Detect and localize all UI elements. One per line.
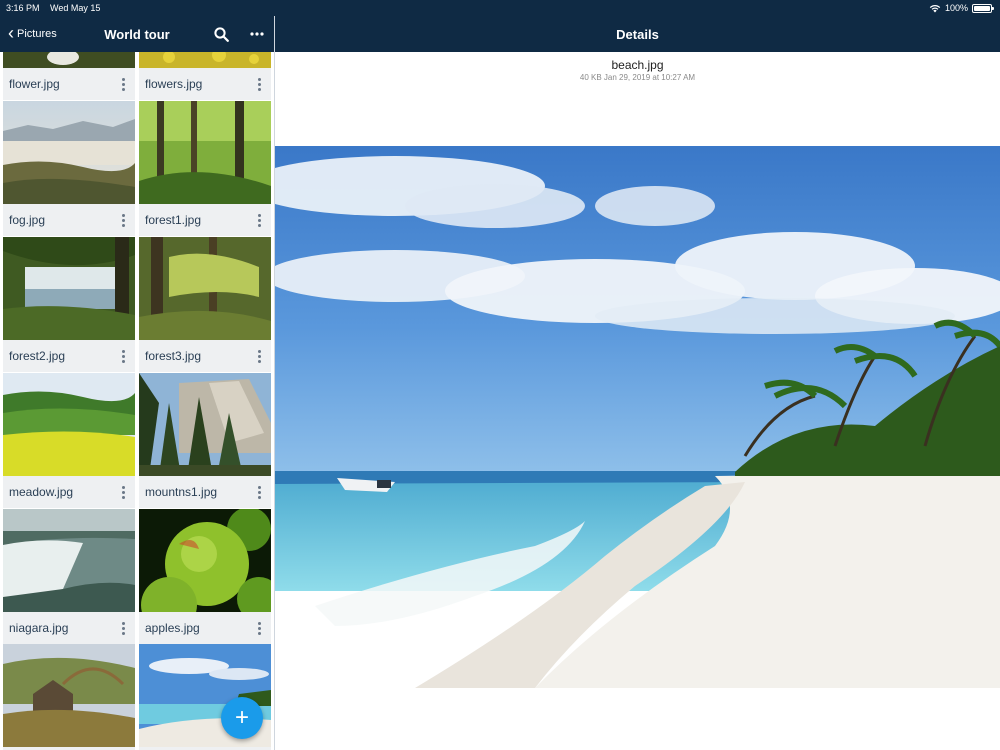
thumbnail-forest3[interactable] — [139, 237, 271, 340]
file-name: forest3.jpg — [145, 349, 202, 363]
thumbnail-flowers[interactable] — [139, 52, 271, 68]
details-filename: beach.jpg — [611, 58, 664, 72]
file-name: flowers.jpg — [145, 77, 203, 91]
file-tile-forest3[interactable]: forest3.jpg — [139, 237, 271, 372]
more-vertical-icon[interactable] — [253, 485, 265, 499]
search-icon — [213, 26, 229, 42]
file-caption: fog.jpg — [3, 204, 135, 236]
file-name: niagara.jpg — [9, 621, 69, 635]
more-vertical-icon[interactable] — [117, 77, 129, 91]
file-name: forest1.jpg — [145, 213, 202, 227]
file-tile-niagara[interactable]: niagara.jpg — [3, 509, 135, 644]
image-preview[interactable] — [275, 146, 1000, 688]
thumbnail-fog[interactable] — [3, 101, 135, 204]
thumbnail-mountns1[interactable] — [139, 373, 271, 476]
more-vertical-icon[interactable] — [253, 621, 265, 635]
file-name: forest2.jpg — [9, 349, 66, 363]
plus-icon: + — [234, 704, 249, 731]
add-button[interactable]: + — [221, 697, 263, 739]
back-button[interactable]: ‹ Pictures — [8, 23, 57, 43]
file-tile-fog[interactable]: fog.jpg — [3, 101, 135, 236]
details-title: Details — [616, 26, 659, 42]
file-caption: flowers.jpg — [139, 68, 271, 100]
file-caption: meadow.jpg — [3, 476, 135, 508]
thumbnail-flower[interactable] — [3, 52, 135, 68]
search-button[interactable] — [212, 25, 230, 43]
file-tile-forest1[interactable]: forest1.jpg — [139, 101, 271, 236]
details-meta: 40 KB Jan 29, 2019 at 10:27 AM — [579, 73, 696, 82]
wifi-icon — [929, 4, 941, 12]
beach-preview-image — [275, 146, 1000, 688]
file-name: apples.jpg — [145, 621, 200, 635]
more-vertical-icon[interactable] — [117, 213, 129, 227]
battery-percent: 100% — [944, 3, 968, 13]
file-name: flower.jpg — [9, 77, 60, 91]
more-vertical-icon[interactable] — [253, 213, 265, 227]
thumbnail-niagara[interactable] — [3, 509, 135, 612]
more-button[interactable] — [248, 25, 266, 43]
file-caption: niagara.jpg — [3, 612, 135, 644]
chevron-left-icon: ‹ — [8, 23, 14, 43]
file-caption: flower.jpg — [3, 68, 135, 100]
file-name: meadow.jpg — [9, 485, 74, 499]
more-vertical-icon[interactable] — [117, 349, 129, 363]
file-tile-flowers[interactable]: flowers.jpg — [139, 52, 271, 100]
battery-icon — [972, 3, 994, 13]
more-vertical-icon[interactable] — [117, 621, 129, 635]
back-label: Pictures — [17, 28, 57, 40]
file-caption: forest3.jpg — [139, 340, 271, 372]
thumbnail-meadow[interactable] — [3, 373, 135, 476]
details-header: Details — [275, 16, 1000, 52]
status-left: 3:16 PM Wed May 15 — [6, 3, 108, 13]
thumbnail-forest2[interactable] — [3, 237, 135, 340]
status-bar: 3:16 PM Wed May 15 100% — [0, 0, 1000, 16]
status-time: 3:16 PM — [6, 3, 40, 13]
thumbnail-village[interactable] — [3, 644, 135, 747]
file-tile-apples[interactable]: apples.jpg — [139, 509, 271, 644]
file-caption: forest2.jpg — [3, 340, 135, 372]
more-vertical-icon[interactable] — [117, 485, 129, 499]
more-vertical-icon[interactable] — [253, 77, 265, 91]
browser-header: ‹ Pictures World tour — [0, 16, 274, 52]
file-grid[interactable]: flower.jpg flowers.jpg fog.jpg forest1.j… — [0, 52, 274, 750]
thumbnail-forest1[interactable] — [139, 101, 271, 204]
status-date: Wed May 15 — [50, 3, 101, 13]
more-horizontal-icon — [250, 32, 264, 36]
file-tile-flower[interactable]: flower.jpg — [3, 52, 135, 100]
file-tile-village[interactable] — [3, 644, 135, 750]
file-tile-forest2[interactable]: forest2.jpg — [3, 237, 135, 372]
file-name: mountns1.jpg — [145, 485, 218, 499]
file-tile-meadow[interactable]: meadow.jpg — [3, 373, 135, 508]
file-name: fog.jpg — [9, 213, 46, 227]
file-caption: apples.jpg — [139, 612, 271, 644]
status-right: 100% — [929, 3, 994, 13]
file-caption: forest1.jpg — [139, 204, 271, 236]
thumbnail-apples[interactable] — [139, 509, 271, 612]
file-tile-mountns1[interactable]: mountns1.jpg — [139, 373, 271, 508]
file-caption: mountns1.jpg — [139, 476, 271, 508]
more-vertical-icon[interactable] — [253, 349, 265, 363]
